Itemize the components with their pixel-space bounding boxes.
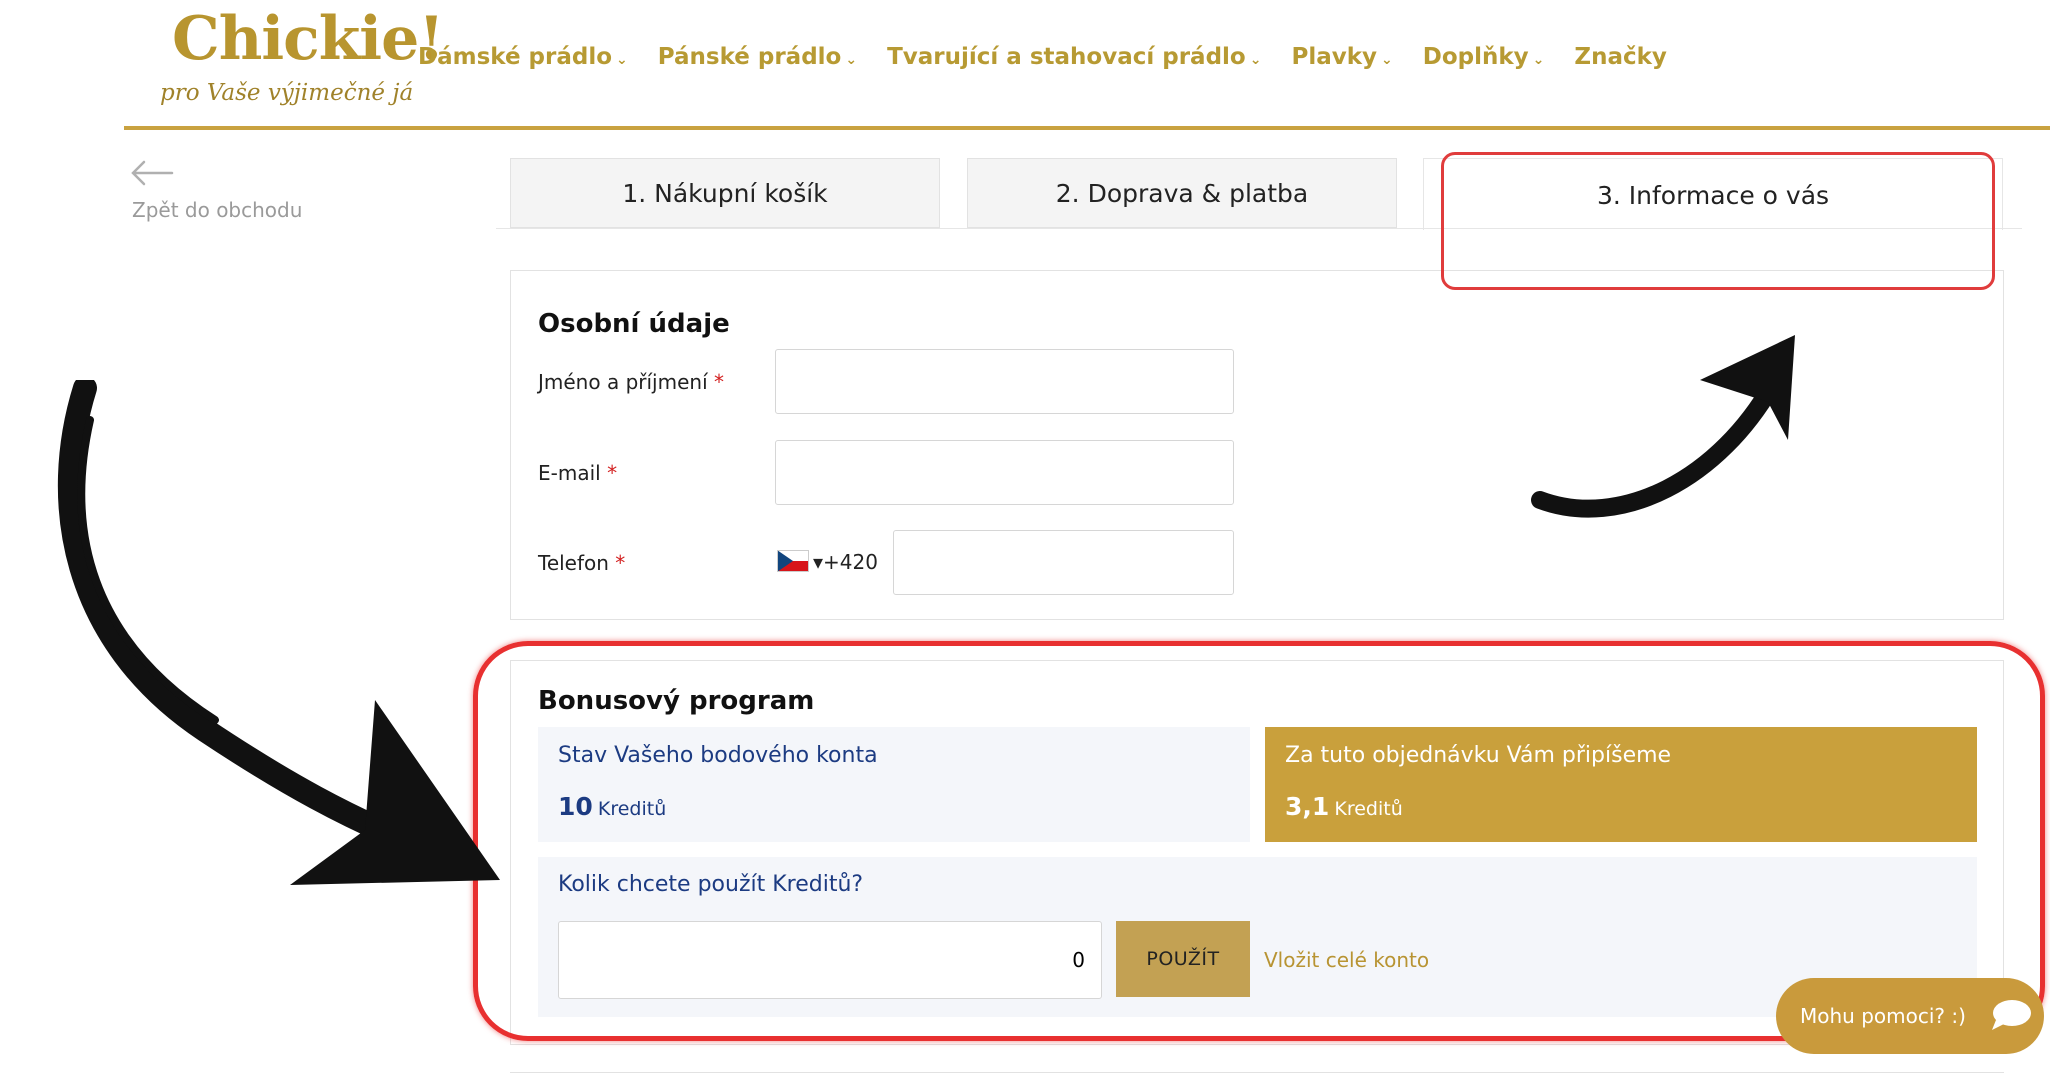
section-divider (510, 1072, 2004, 1073)
phone-prefix-select[interactable]: ▾+420 (813, 550, 878, 574)
brush-arrow-down-icon (57, 380, 500, 885)
chat-bubble-icon[interactable] (1988, 998, 2032, 1032)
personal-data-title: Osobní údaje (538, 309, 730, 339)
step-tab-cart[interactable]: 1. Nákupní košík (510, 158, 940, 228)
nav-item-panske-pradlo[interactable]: Pánské prádlo ⌄ (658, 44, 857, 70)
header-divider (124, 126, 2050, 130)
nav-item-plavky[interactable]: Plavky ⌄ (1291, 44, 1392, 70)
arrow-left-icon[interactable] (130, 158, 174, 188)
nav-item-label: Značky (1574, 44, 1667, 70)
phone-prefix: +420 (823, 550, 878, 574)
back-to-shop-link[interactable]: Zpět do obchodu (132, 198, 302, 222)
step-tab-label: 1. Nákupní košík (622, 178, 828, 208)
required-mark: * (615, 551, 626, 575)
phone-label: Telefon * (538, 551, 625, 575)
chevron-down-icon: ⌄ (1249, 52, 1262, 68)
chat-label: Mohu pomoci? :) (1800, 1004, 1966, 1028)
brush-arrow-up-icon (1531, 335, 1795, 518)
logo-tagline: pro Vaše výjimečné já (160, 80, 414, 106)
nav-item-doplnky[interactable]: Doplňky ⌄ (1423, 44, 1545, 70)
email-label-text: E-mail (538, 461, 601, 485)
nav-item-label: Doplňky (1422, 44, 1529, 70)
email-label: E-mail * (538, 461, 617, 485)
nav-item-label: Dámské prádlo (418, 44, 613, 70)
caret-down-icon: ▾ (813, 550, 824, 574)
main-nav: Dámské prádlo ⌄ Pánské prádlo ⌄ Tvarujíc… (418, 44, 1667, 70)
name-label: Jméno a příjmení * (538, 370, 724, 394)
nav-item-label: Plavky (1291, 44, 1378, 70)
required-mark: * (607, 461, 618, 485)
name-input[interactable] (775, 349, 1234, 414)
nav-item-label: Tvarující a stahovací prádlo (887, 44, 1246, 70)
nav-item-damske-pradlo[interactable]: Dámské prádlo ⌄ (418, 44, 628, 70)
nav-item-label: Pánské prádlo (657, 44, 842, 70)
email-input[interactable] (775, 440, 1234, 505)
nav-item-tvarujici-pradlo[interactable]: Tvarující a stahovací prádlo ⌄ (887, 44, 1261, 70)
step-tab-shipping-payment[interactable]: 2. Doprava & platba (967, 158, 1397, 228)
tab-highlight-frame (1441, 152, 1995, 290)
nav-item-znacky[interactable]: Značky (1574, 44, 1667, 70)
chevron-down-icon: ⌄ (616, 52, 628, 68)
name-label-text: Jméno a příjmení (538, 370, 708, 394)
logo[interactable]: Chickie! (172, 4, 445, 74)
step-tab-label: 2. Doprava & platba (1055, 178, 1309, 208)
phone-input[interactable] (893, 530, 1234, 595)
chevron-down-icon: ⌄ (1532, 52, 1545, 68)
required-mark: * (713, 370, 724, 394)
chevron-down-icon: ⌄ (845, 52, 858, 68)
phone-label-text: Telefon (538, 551, 609, 575)
chevron-down-icon: ⌄ (1381, 52, 1393, 68)
czech-flag-icon[interactable] (777, 550, 809, 572)
